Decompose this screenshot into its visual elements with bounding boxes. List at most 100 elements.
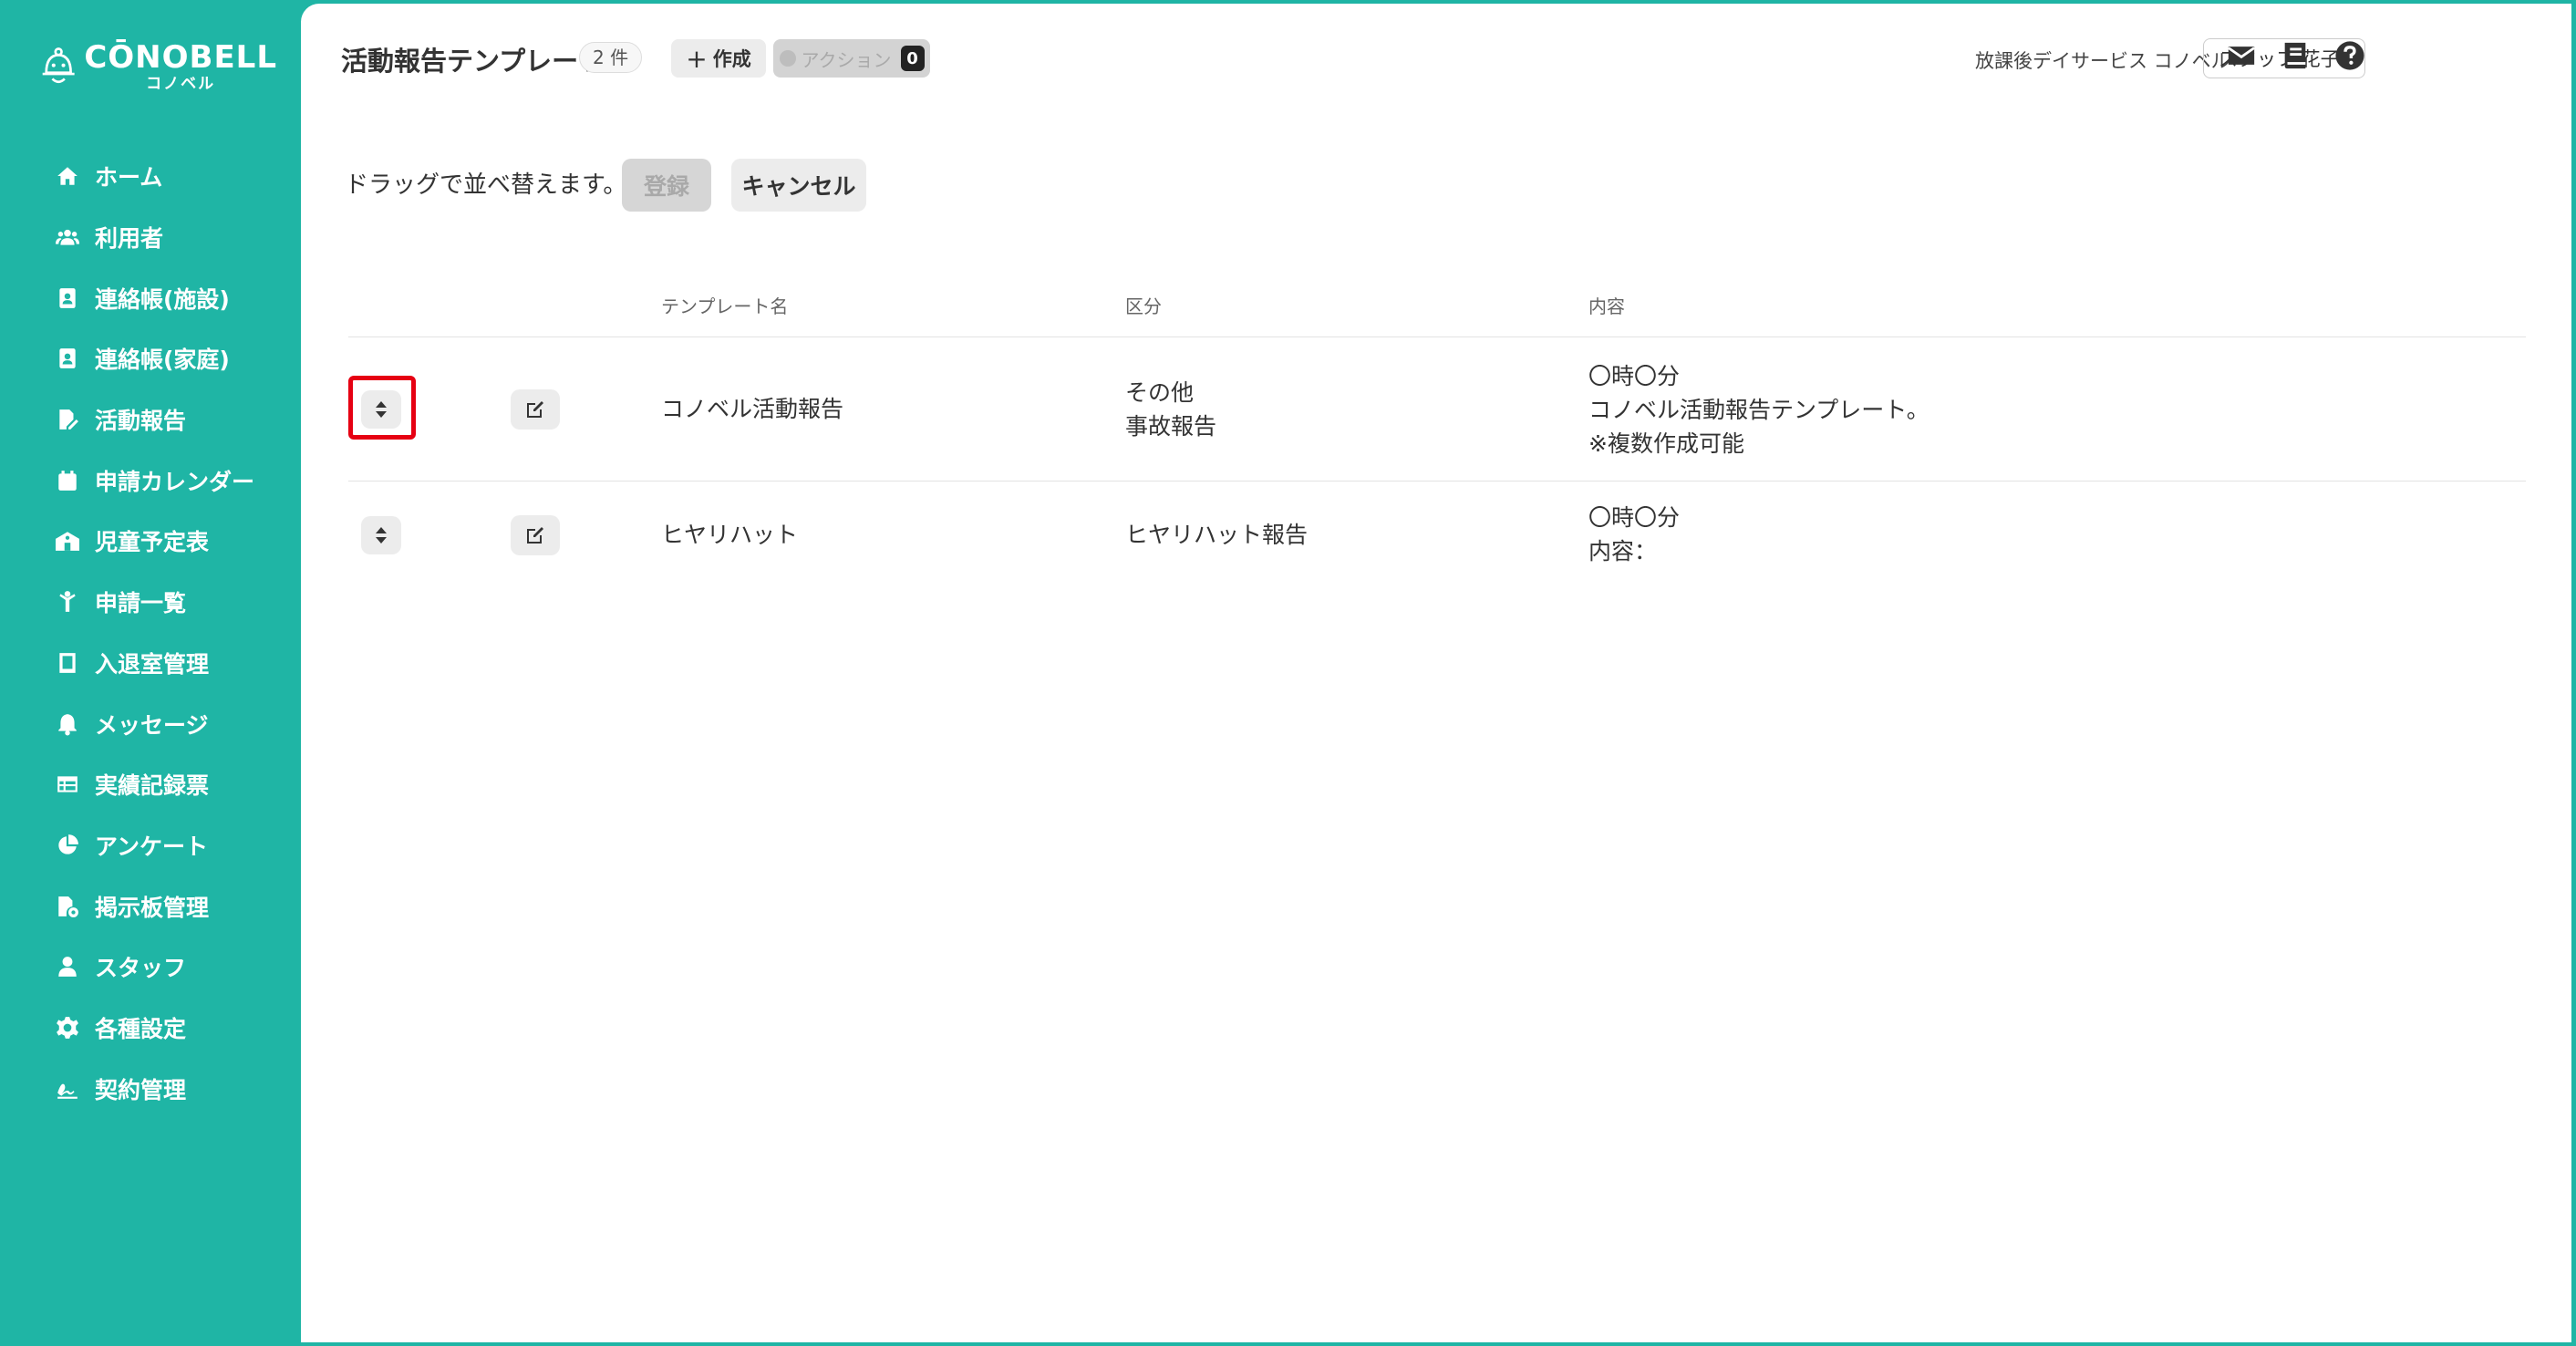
content-line: ※複数作成可能 [1588, 430, 1744, 457]
cancel-button[interactable]: キャンセル [731, 159, 866, 212]
sort-icon [376, 401, 387, 418]
content-line: 〇時〇分 [1588, 363, 1681, 389]
action-button[interactable]: アクション 0 [773, 39, 930, 78]
tablet-icon [55, 650, 80, 676]
sidebar-item-label: 申請カレンダー [95, 468, 255, 495]
brand-logo[interactable]: CŌNOBELL コノベル [40, 35, 277, 98]
edit-icon [527, 527, 543, 544]
register-button[interactable]: 登録 [622, 159, 711, 212]
help-icon [2334, 40, 2365, 75]
file-pen-icon [55, 407, 80, 432]
sort-handle[interactable] [361, 390, 401, 429]
top-bar: 活動報告テンプレート 2 件 + 作成 アクション 0 放課後デイサービス コノ… [301, 4, 2571, 113]
count-badge: 2 件 [579, 42, 643, 73]
pie-chart-icon [55, 833, 80, 858]
template-name: コノベル活動報告 [661, 396, 844, 422]
sidebar-item-contact-home[interactable]: 連絡帳(家庭) [0, 328, 301, 389]
table-row[interactable]: コノベル活動報告 その他 事故報告 〇時〇分 コノベル活動報告テンプレート。 ※… [348, 337, 2526, 481]
table-header: テンプレート名 区分 内容 [348, 274, 2526, 337]
content-line: 内容： [1588, 538, 1658, 564]
help-button[interactable] [2333, 40, 2367, 75]
calendar-icon [55, 468, 80, 493]
home-icon [55, 163, 80, 189]
template-content: 〇時〇分 内容： [1588, 501, 1680, 568]
manual-button[interactable] [2278, 40, 2312, 75]
gear-icon [55, 1015, 80, 1041]
child-icon [55, 589, 80, 615]
user-icon [55, 954, 80, 979]
sidebar: CŌNOBELL コノベル ホーム 利用者 連絡帳(施設) 連絡帳(家庭) 活動… [0, 0, 301, 1346]
sidebar-item-message[interactable]: メッセージ [0, 693, 301, 754]
column-header-category: 区分 [1125, 295, 1162, 317]
sidebar-nav: ホーム 利用者 連絡帳(施設) 連絡帳(家庭) 活動報告 申請カレンダー 児童予… [0, 146, 301, 1119]
sidebar-item-label: 各種設定 [95, 1015, 187, 1042]
content-line: コノベル活動報告テンプレート。 [1588, 397, 1929, 423]
school-icon [55, 528, 80, 554]
sidebar-item-label: ホーム [95, 164, 163, 192]
category-line: その他 [1125, 379, 1195, 406]
mail-icon [2226, 40, 2257, 75]
sidebar-item-label: 申請一覧 [95, 590, 187, 617]
page-title: 活動報告テンプレート [341, 46, 605, 77]
template-category: ヒヤリハット報告 [1125, 518, 1308, 552]
action-label: アクション [801, 48, 892, 71]
column-header-name: テンプレート名 [661, 295, 789, 317]
users-icon [55, 224, 80, 250]
drag-hint: ドラッグで並べ替えます。 [345, 171, 627, 199]
action-count-badge: 0 [900, 46, 925, 71]
table-icon [55, 771, 80, 797]
sidebar-item-entry-exit[interactable]: 入退室管理 [0, 633, 301, 694]
template-table: テンプレート名 区分 内容 コノベル活動報告 その他 事故報告 〇時〇分 コノベ… [348, 274, 2526, 591]
sidebar-item-survey[interactable]: アンケート [0, 815, 301, 876]
book-icon [2280, 40, 2311, 75]
template-name: ヒヤリハット [661, 522, 799, 548]
column-header-content: 内容 [1588, 295, 1625, 317]
template-category: その他 事故報告 [1125, 376, 1216, 443]
sidebar-item-staff[interactable]: スタッフ [0, 937, 301, 998]
create-button[interactable]: + 作成 [671, 39, 766, 78]
content-line: 〇時〇分 [1588, 504, 1681, 531]
sidebar-item-label: 掲示板管理 [95, 894, 210, 921]
edit-icon [527, 401, 543, 418]
category-line: 事故報告 [1125, 413, 1217, 440]
create-label: 作成 [712, 48, 751, 70]
sidebar-item-board-management[interactable]: 掲示板管理 [0, 875, 301, 937]
brand-name: CŌNOBELL [84, 39, 277, 76]
hand-icon [779, 50, 796, 67]
sidebar-item-label: スタッフ [95, 955, 187, 982]
sidebar-item-label: 連絡帳(施設) [95, 285, 230, 313]
category-line: ヒヤリハット報告 [1125, 522, 1309, 548]
sidebar-item-label: 契約管理 [95, 1076, 187, 1103]
sidebar-item-request-list[interactable]: 申請一覧 [0, 572, 301, 633]
file-settings-icon [55, 894, 80, 919]
sidebar-item-child-schedule[interactable]: 児童予定表 [0, 511, 301, 572]
bell-logo-icon [42, 47, 75, 84]
sort-handle[interactable] [361, 516, 401, 554]
signature-icon [55, 1076, 80, 1102]
template-content: 〇時〇分 コノベル活動報告テンプレート。 ※複数作成可能 [1588, 359, 1929, 461]
sidebar-item-contact-facility[interactable]: 連絡帳(施設) [0, 267, 301, 328]
sidebar-item-users[interactable]: 利用者 [0, 207, 301, 268]
sidebar-item-label: 児童予定表 [95, 529, 210, 556]
sidebar-item-label: 利用者 [95, 225, 164, 253]
sort-icon [376, 527, 387, 544]
contact-book-icon [55, 285, 80, 311]
edit-button[interactable] [511, 389, 560, 430]
sidebar-item-settings[interactable]: 各種設定 [0, 998, 301, 1059]
brand-sub: コノベル [146, 75, 216, 93]
sidebar-item-performance-record[interactable]: 実績記録票 [0, 754, 301, 815]
contact-book-icon [55, 346, 80, 371]
sidebar-item-activity-report[interactable]: 活動報告 [0, 389, 301, 450]
sidebar-item-label: 入退室管理 [95, 650, 210, 678]
sidebar-item-label: 実績記録票 [95, 772, 210, 800]
table-row[interactable]: ヒヤリハット ヒヤリハット報告 〇時〇分 内容： [348, 481, 2526, 591]
mail-button[interactable] [2224, 40, 2259, 75]
main-panel: 活動報告テンプレート 2 件 + 作成 アクション 0 放課後デイサービス コノ… [301, 4, 2571, 1342]
sidebar-item-contract[interactable]: 契約管理 [0, 1058, 301, 1119]
sidebar-item-label: 連絡帳(家庭) [95, 347, 230, 374]
sidebar-item-label: アンケート [95, 833, 209, 860]
edit-button[interactable] [511, 515, 560, 555]
sidebar-item-request-calendar[interactable]: 申請カレンダー [0, 450, 301, 511]
plus-icon: + [686, 43, 708, 74]
sidebar-item-home[interactable]: ホーム [0, 146, 301, 207]
